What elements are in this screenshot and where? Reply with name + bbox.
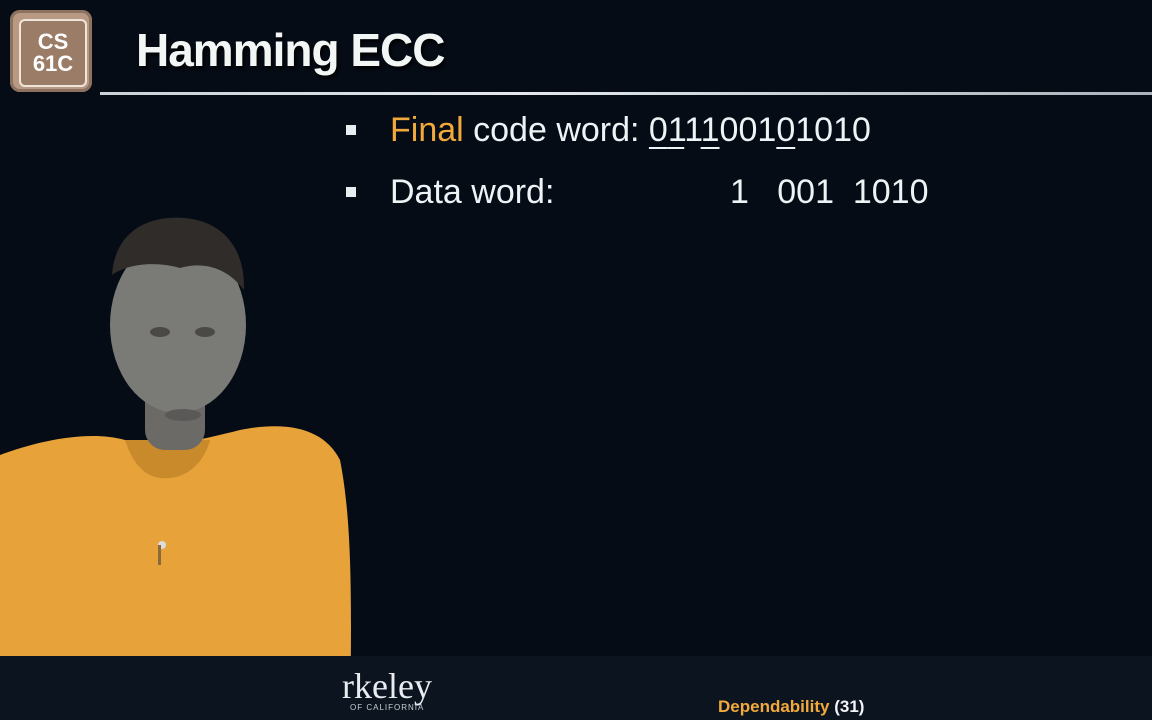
parity-bit: 1	[700, 111, 720, 149]
data-word-value: 1 001 1010	[730, 173, 929, 211]
bullet-label: Data word:	[390, 173, 555, 211]
code-bit: 1	[795, 111, 815, 149]
berkeley-logo-text: rkeley	[342, 666, 432, 706]
presenter-video-overlay	[0, 217, 351, 720]
berkeley-tagline: OF CALIFORNIA	[350, 703, 425, 712]
code-bit: 0	[852, 111, 871, 149]
code-bit: 0	[814, 111, 834, 149]
bullet-accent-word: Final	[390, 111, 464, 149]
code-word-bits: 011100101010	[649, 111, 871, 149]
bullet-label: code word:	[463, 111, 649, 149]
footer-page-number: (31)	[834, 697, 865, 716]
code-bit: 1	[833, 111, 852, 149]
code-bit: 1	[757, 111, 777, 149]
code-bit: 1	[684, 111, 701, 149]
bottom-bar	[0, 656, 1152, 720]
parity-bit: 1	[667, 111, 685, 149]
code-bit: 0	[738, 111, 758, 149]
parity-bit: 0	[648, 111, 668, 149]
lecture-slide: CS 61C Hamming ECC Final code word: 0111…	[0, 0, 1152, 720]
footer-topic: Dependability	[718, 697, 830, 716]
slide-footer: Dependability (31)	[718, 696, 864, 718]
code-bit: 0	[719, 111, 739, 149]
parity-bit: 0	[776, 111, 796, 149]
